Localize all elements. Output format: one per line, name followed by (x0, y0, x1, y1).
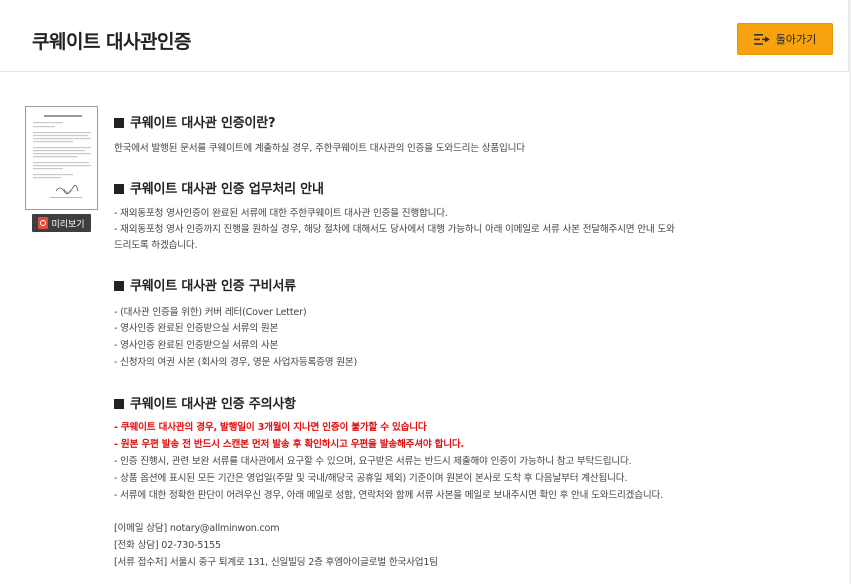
section-title: 쿠웨이트 대사관 인증 구비서류 (114, 275, 296, 294)
notice-text: - 상품 옵션에 표시된 모든 기간은 영업일(주말 및 국내/해당국 공휴일 … (114, 473, 628, 484)
preview-icon (38, 217, 49, 229)
section-title: 쿠웨이트 대사관 인증 업무처리 안내 (114, 178, 324, 197)
preview-button[interactable]: 미리보기 (32, 214, 91, 232)
warning-text: - 원본 우편 발송 전 반드시 스캔본 먼저 발송 후 확인하시고 우편을 발… (114, 439, 464, 450)
notice-text: - 서류에 대한 정확한 판단이 어려우신 경우, 아래 메일로 성함, 연락처… (114, 490, 664, 501)
required-doc-item: - (대사관 인증을 위한) 커버 레터(Cover Letter) (114, 307, 307, 318)
notice-text: - 인증 진행시, 관련 보완 서류를 대사관에서 요구할 수 있으며, 요구받… (114, 456, 632, 467)
list-back-icon (753, 33, 770, 46)
required-doc-item: - 영사인증 완료된 인증받으실 서류의 원본 (114, 323, 279, 334)
back-button[interactable]: 돌아가기 (737, 23, 833, 55)
section-text: - 재외동포청 영사인증이 완료된 서류에 대한 주한쿠웨이트 대사관 인증을 … (114, 208, 448, 219)
warning-text: - 쿠웨이트 대사관의 경우, 발행일이 3개월이 지나면 인증이 불가할 수 … (114, 422, 427, 433)
section-text: 드리도록 하겠습니다. (114, 240, 198, 251)
square-bullet-icon (114, 118, 124, 128)
back-button-label: 돌아가기 (775, 33, 817, 46)
contact-address: [서류 접수처] 서울시 중구 퇴계로 131, 신일빌딩 2층 후엠아이글로벌… (114, 557, 438, 568)
square-bullet-icon (114, 184, 124, 194)
preview-label: 미리보기 (51, 219, 85, 230)
section-title: 쿠웨이트 대사관 인증이란? (114, 112, 276, 131)
section-title: 쿠웨이트 대사관 인증 주의사항 (114, 393, 296, 412)
page-title: 쿠웨이트 대사관인증 (32, 31, 191, 53)
required-doc-item: - 영사인증 완료된 인증받으실 서류의 사본 (114, 340, 279, 351)
square-bullet-icon (114, 399, 124, 409)
required-doc-item: - 신청자의 여권 사본 (회사의 경우, 영문 사업자등록증명 원본) (114, 357, 358, 368)
square-bullet-icon (114, 281, 124, 291)
document-thumbnail[interactable] (25, 106, 98, 210)
section-text: 한국에서 발행된 문서를 쿠웨이트에 계출하실 경우, 주한쿠웨이트 대사관의 … (114, 143, 525, 154)
contact-phone: [전화 상담] 02-730-5155 (114, 540, 221, 551)
contact-email: [이메일 상담] notary@allminwon.com (114, 523, 280, 534)
page-header: 쿠웨이트 대사관인증 돌아가기 (0, 0, 849, 72)
section-text: - 재외동포청 영사 인증까지 진행을 원하실 경우, 해당 절차에 대해서도 … (114, 224, 675, 235)
